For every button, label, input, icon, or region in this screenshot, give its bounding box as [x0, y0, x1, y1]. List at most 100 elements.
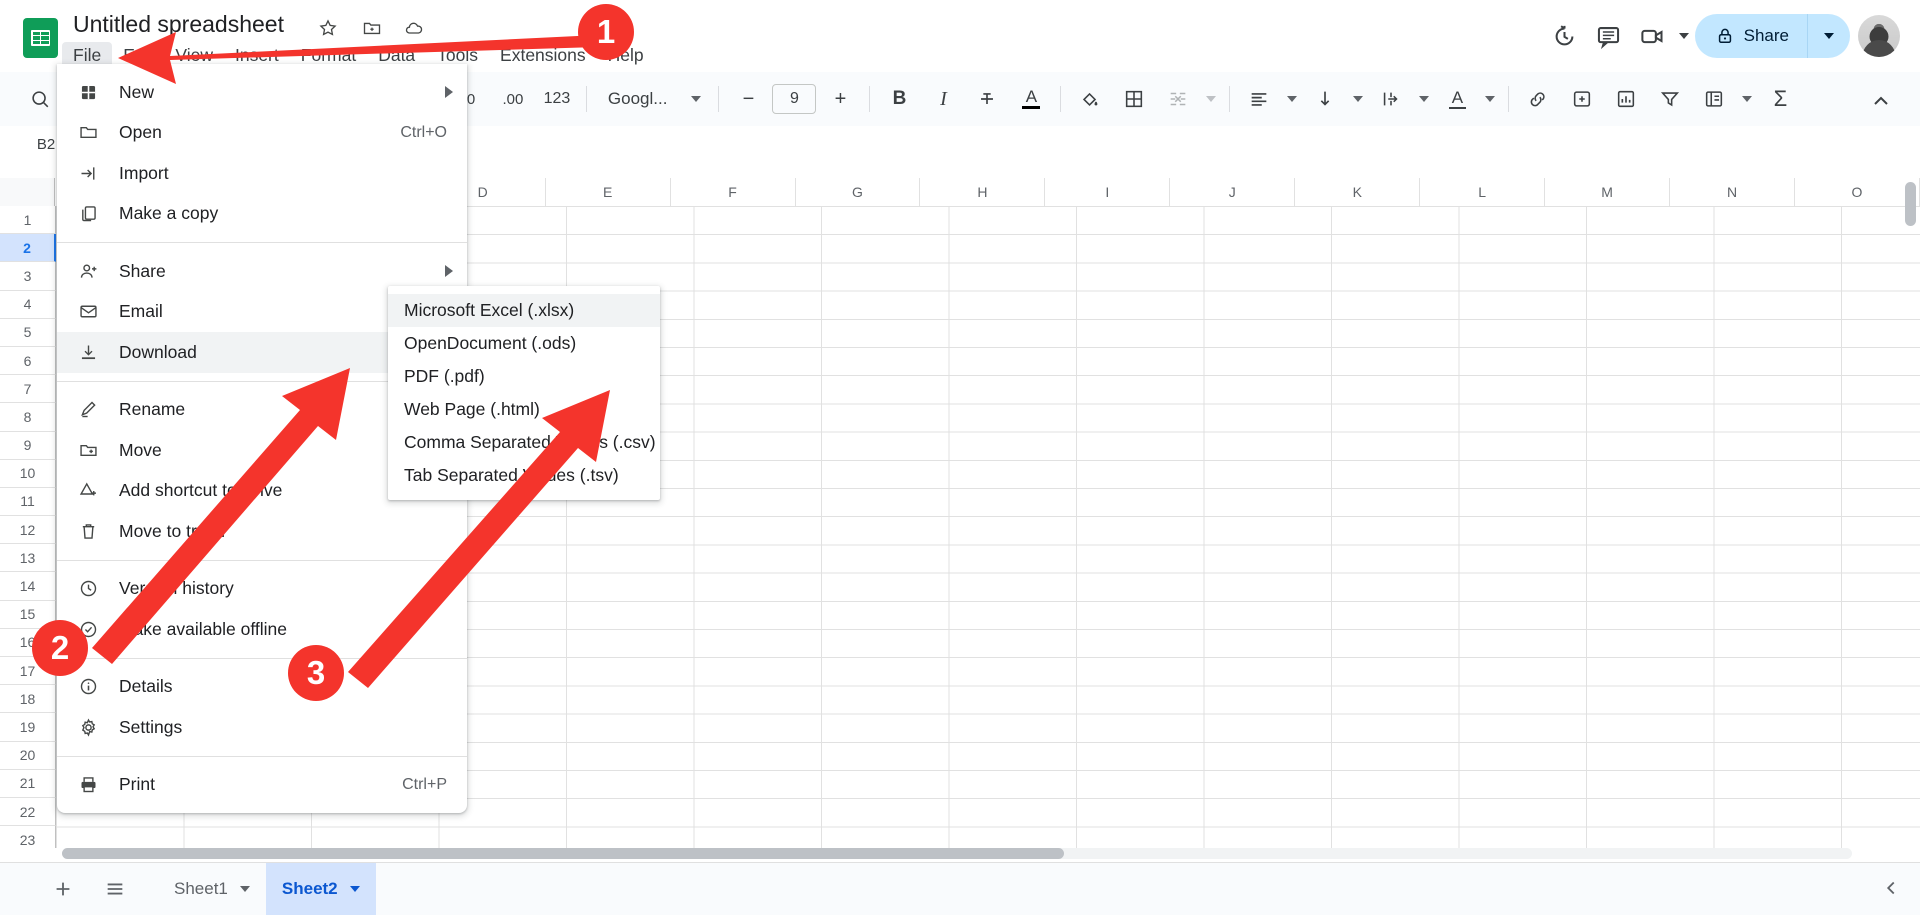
column-header-N[interactable]: N — [1670, 178, 1796, 206]
version-history-icon[interactable] — [1543, 14, 1587, 58]
menu-item-move-to-trash[interactable]: Move to trash — [57, 511, 467, 552]
row-header-4[interactable]: 4 — [0, 290, 56, 319]
menu-item-make-available-offline[interactable]: Make available offline — [57, 609, 467, 650]
row-header-13[interactable]: 13 — [0, 544, 56, 573]
text-wrapping-icon[interactable] — [1369, 77, 1413, 121]
horizontal-scrollbar[interactable] — [62, 848, 1852, 859]
row-header-21[interactable]: 21 — [0, 769, 56, 798]
menu-item-version-history[interactable]: Version history — [57, 569, 467, 610]
share-dropdown-button[interactable] — [1808, 33, 1850, 39]
menu-item-import[interactable]: Import — [57, 153, 467, 194]
row-header-9[interactable]: 9 — [0, 431, 56, 460]
sheet-tab-sheet1[interactable]: Sheet1 — [158, 863, 266, 915]
column-header-L[interactable]: L — [1420, 178, 1546, 206]
meet-camera-icon[interactable] — [1631, 14, 1675, 58]
vertical-scrollbar[interactable] — [1905, 182, 1916, 834]
insert-comment-icon[interactable] — [1560, 77, 1604, 121]
vertical-scroll-thumb[interactable] — [1905, 182, 1916, 226]
explore-icon[interactable] — [1880, 877, 1902, 904]
row-header-8[interactable]: 8 — [0, 403, 56, 432]
font-family-selector[interactable]: Googl... — [594, 79, 712, 119]
font-size-input[interactable]: 9 — [772, 84, 817, 114]
vertical-align-icon[interactable] — [1303, 77, 1347, 121]
submenu-item-ods[interactable]: OpenDocument (.ods) — [388, 327, 660, 360]
valign-dropdown-icon[interactable] — [1347, 77, 1369, 121]
google-sheets-logo[interactable] — [23, 18, 58, 58]
halign-dropdown-icon[interactable] — [1281, 77, 1303, 121]
increase-decimal-button[interactable]: .00 — [491, 77, 535, 121]
menu-item-make-a-copy[interactable]: Make a copy — [57, 194, 467, 235]
column-header-F[interactable]: F — [670, 178, 796, 206]
bold-button[interactable]: B — [877, 77, 921, 121]
document-title[interactable]: Untitled spreadsheet — [73, 11, 284, 38]
column-header-H[interactable]: H — [920, 178, 1046, 206]
search-icon[interactable] — [18, 77, 62, 121]
meet-button[interactable] — [1631, 14, 1689, 58]
menu-item-settings[interactable]: Settings — [57, 707, 467, 748]
column-header-I[interactable]: I — [1045, 178, 1171, 206]
text-color-button[interactable]: A — [1009, 77, 1053, 121]
row-header-6[interactable]: 6 — [0, 346, 56, 376]
share-button[interactable]: Share — [1694, 14, 1850, 58]
decrease-font-size-button[interactable]: − — [726, 77, 770, 121]
column-header-G[interactable]: G — [795, 178, 921, 206]
column-header-M[interactable]: M — [1545, 178, 1671, 206]
sheet-tab-sheet2[interactable]: Sheet2 — [265, 862, 376, 915]
row-header-10[interactable]: 10 — [0, 459, 56, 488]
submenu-item-tsv[interactable]: Tab Separated Values (.tsv) — [388, 459, 660, 492]
rotation-dropdown-icon[interactable] — [1479, 77, 1501, 121]
column-header-J[interactable]: J — [1170, 178, 1296, 206]
row-header-22[interactable]: 22 — [0, 797, 56, 827]
more-formats-button[interactable]: 123 — [535, 77, 579, 121]
create-filter-icon[interactable] — [1648, 77, 1692, 121]
column-header-O[interactable]: O — [1795, 178, 1920, 206]
insert-chart-icon[interactable] — [1604, 77, 1648, 121]
comment-icon[interactable] — [1587, 14, 1631, 58]
share-main[interactable]: Share — [1695, 14, 1808, 58]
filter-views-dropdown-icon[interactable] — [1736, 77, 1758, 121]
submenu-item-xlsx[interactable]: Microsoft Excel (.xlsx) — [388, 294, 660, 327]
merge-cells-icon[interactable] — [1156, 77, 1200, 121]
row-header-23[interactable]: 23 — [0, 826, 56, 848]
submenu-item-html[interactable]: Web Page (.html) — [388, 393, 660, 426]
column-header-K[interactable]: K — [1295, 178, 1421, 206]
row-header-3[interactable]: 3 — [0, 262, 56, 291]
wrap-dropdown-icon[interactable] — [1413, 77, 1435, 121]
menu-item-print[interactable]: Print Ctrl+P — [57, 765, 467, 806]
borders-icon[interactable] — [1112, 77, 1156, 121]
row-header-5[interactable]: 5 — [0, 318, 56, 347]
italic-button[interactable]: I — [921, 77, 965, 121]
row-header-14[interactable]: 14 — [0, 572, 56, 601]
menu-item-open[interactable]: Open Ctrl+O — [57, 113, 467, 154]
row-header-12[interactable]: 12 — [0, 516, 56, 545]
strikethrough-button[interactable] — [965, 77, 1009, 121]
functions-button[interactable]: Σ — [1758, 77, 1802, 121]
insert-link-icon[interactable] — [1516, 77, 1560, 121]
cloud-saved-icon[interactable] — [404, 18, 428, 42]
menu-item-details[interactable]: Details — [57, 667, 467, 708]
column-header-E[interactable]: E — [545, 178, 671, 206]
move-to-folder-icon[interactable] — [362, 18, 386, 42]
row-header-7[interactable]: 7 — [0, 375, 56, 404]
row-header-20[interactable]: 20 — [0, 741, 56, 770]
menu-extensions[interactable]: Extensions — [489, 42, 597, 69]
collapse-toolbar-icon[interactable] — [1864, 84, 1898, 118]
horizontal-align-icon[interactable] — [1237, 77, 1281, 121]
submenu-item-csv[interactable]: Comma Separated Values (.csv) — [388, 426, 660, 459]
select-all-corner[interactable] — [0, 178, 55, 206]
user-avatar[interactable] — [1858, 15, 1900, 57]
menu-item-new[interactable]: New — [57, 72, 467, 113]
increase-font-size-button[interactable]: + — [818, 77, 862, 121]
star-icon[interactable] — [318, 18, 342, 42]
row-header-18[interactable]: 18 — [0, 685, 56, 714]
meet-caret-icon[interactable] — [1678, 33, 1689, 39]
row-header-2[interactable]: 2 — [0, 234, 56, 263]
add-sheet-icon[interactable] — [42, 868, 84, 910]
text-rotation-icon[interactable]: A — [1435, 77, 1479, 121]
row-header-1[interactable]: 1 — [0, 206, 56, 235]
all-sheets-icon[interactable] — [94, 868, 136, 910]
submenu-item-pdf[interactable]: PDF (.pdf) — [388, 360, 660, 393]
filter-views-icon[interactable] — [1692, 77, 1736, 121]
chevron-down-icon[interactable] — [239, 886, 250, 892]
fill-color-icon[interactable] — [1068, 77, 1112, 121]
